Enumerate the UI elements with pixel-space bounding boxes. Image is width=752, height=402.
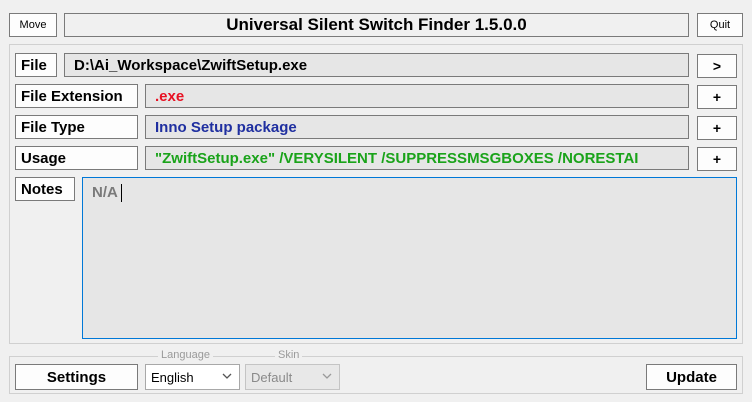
file-extension-label: File Extension [15,84,138,108]
language-legend: Language [158,349,213,361]
browse-file-button[interactable]: > [697,54,737,78]
copy-extension-button[interactable]: + [697,85,737,109]
notes-label: Notes [15,177,75,201]
notes-textarea[interactable]: N/A [82,177,737,339]
skin-value: Default [251,369,293,385]
settings-button[interactable]: Settings [15,364,138,390]
usage-field[interactable]: "ZwiftSetup.exe" /VERYSILENT /SUPPRESSMS… [145,146,689,170]
text-cursor [121,184,122,202]
chevron-down-icon [322,373,332,379]
notes-text: N/A [92,184,118,201]
move-button[interactable]: Move [9,13,57,37]
skin-select[interactable]: Default [245,364,340,390]
copy-type-button[interactable]: + [697,116,737,140]
chevron-down-icon [222,373,232,379]
file-label: File [15,53,57,77]
language-value: English [151,369,194,385]
update-button[interactable]: Update [646,364,737,390]
skin-legend: Skin [275,349,303,361]
file-type-label: File Type [15,115,138,139]
app-title: Universal Silent Switch Finder 1.5.0.0 [64,13,689,37]
file-type-field[interactable]: Inno Setup package [145,115,689,139]
usage-label: Usage [15,146,138,170]
copy-usage-button[interactable]: + [697,147,737,171]
file-path-field[interactable]: D:\Ai_Workspace\ZwiftSetup.exe [64,53,689,77]
quit-button[interactable]: Quit [697,13,743,37]
file-extension-field[interactable]: .exe [145,84,689,108]
language-select[interactable]: English [145,364,240,390]
